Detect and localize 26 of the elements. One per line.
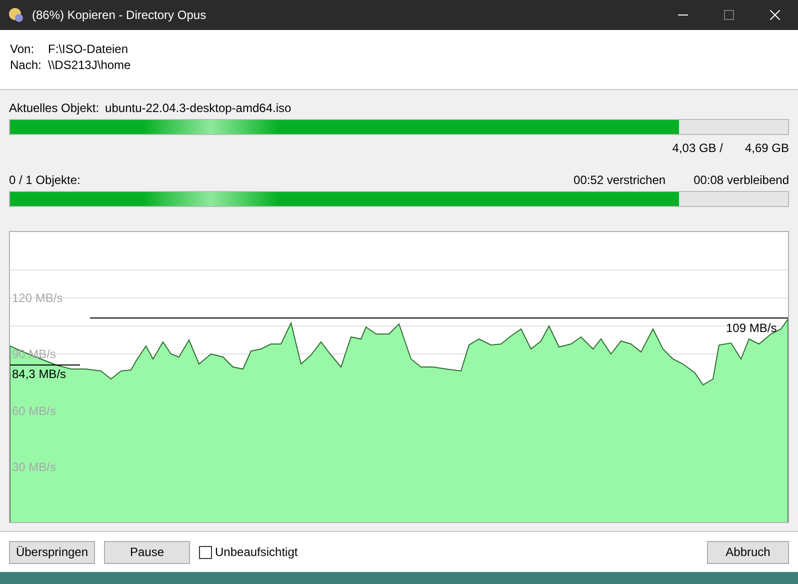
total-size: 4,69 GB xyxy=(744,141,789,155)
speed-value: 109 MB/s xyxy=(726,321,777,335)
copied-size: 4,03 GB / xyxy=(672,141,723,155)
app-icon xyxy=(8,7,24,23)
item-count: 0 / 1 Objekte: xyxy=(9,173,82,187)
axis-label: 90 MB/s xyxy=(12,347,56,361)
maximize-icon[interactable] xyxy=(724,10,734,20)
source-label: Von: xyxy=(10,42,36,58)
checkbox-box[interactable] xyxy=(199,546,212,558)
axis-label: 120 MB/s xyxy=(12,291,63,305)
current-item-label: Aktuelles Objekt: xyxy=(9,101,100,115)
pause-button[interactable]: Pause xyxy=(104,540,190,564)
window-title: (86%) Kopieren - Directory Opus xyxy=(32,8,208,22)
axis-label: 30 MB/s xyxy=(12,460,56,474)
axis-label: 60 MB/s xyxy=(12,404,56,418)
current-file-name: ubuntu-22.04.3-desktop-amd64.iso xyxy=(105,101,292,115)
cancel-button[interactable]: Abbruch xyxy=(707,540,789,564)
close-icon[interactable] xyxy=(770,10,780,20)
skip-button[interactable]: Überspringen xyxy=(9,540,95,564)
source-path: F:\ISO-Dateien xyxy=(48,42,130,58)
elapsed-time: 00:52 verstrichen xyxy=(574,173,666,187)
remaining-time: 00:08 verbleibend xyxy=(694,173,789,187)
destination-path: \\DS213J\home xyxy=(48,58,132,74)
speed-value: 84,3 MB/s xyxy=(12,367,66,381)
unattended-checkbox[interactable]: Unbeaufsichtigt xyxy=(199,545,298,559)
destination-label: Nach: xyxy=(10,58,42,74)
